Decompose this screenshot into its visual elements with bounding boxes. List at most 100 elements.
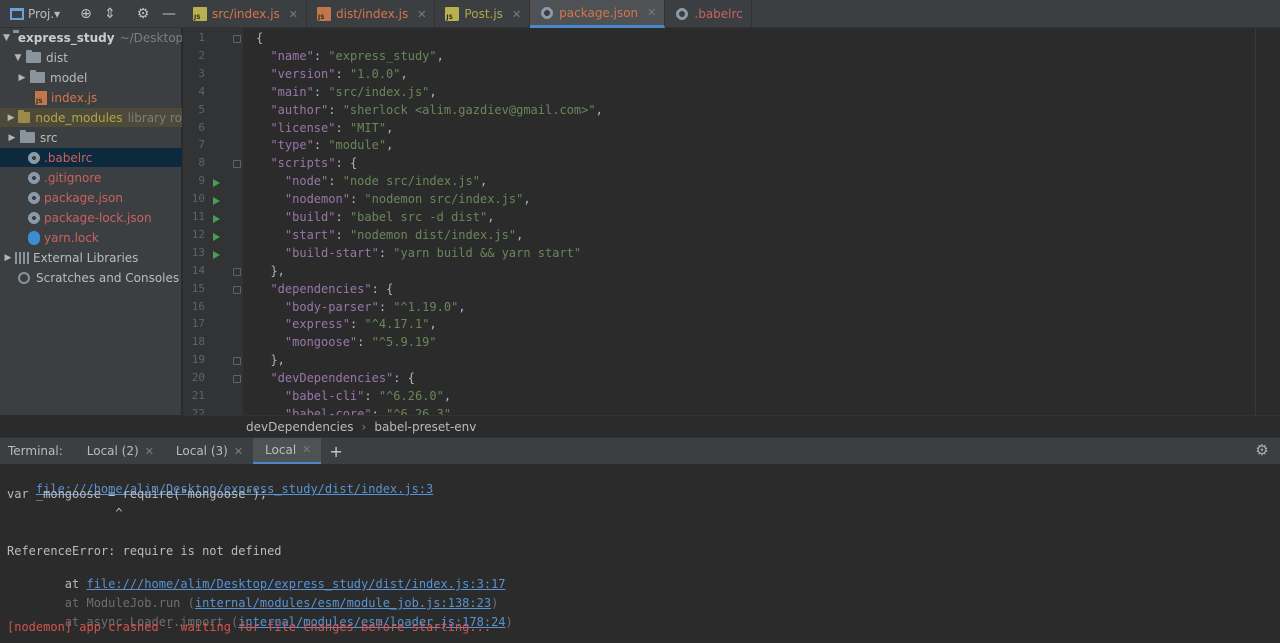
tree-item-babelrc[interactable]: .babelrc bbox=[0, 148, 182, 167]
terminal-tab-local-2[interactable]: Local (2) ✕ bbox=[75, 438, 164, 465]
tab-label: src/index.js bbox=[212, 7, 280, 21]
project-view-selector[interactable]: Proj.▾ bbox=[0, 7, 60, 21]
fold-icon[interactable] bbox=[233, 35, 241, 43]
chevron-right-icon[interactable]: ▶ bbox=[17, 73, 27, 83]
new-terminal-tab-icon[interactable]: + bbox=[321, 442, 350, 461]
tree-item-dist[interactable]: ▼ dist bbox=[0, 48, 182, 67]
tree-item-root[interactable]: ▼ express_study ~/Desktop bbox=[0, 28, 182, 47]
line-number: 21 bbox=[191, 389, 205, 402]
tree-item-dist-index-js[interactable]: index.js bbox=[0, 88, 182, 107]
breadcrumb-item[interactable]: babel-preset-env bbox=[374, 420, 476, 434]
tree-item-label: .gitignore bbox=[44, 170, 102, 185]
run-icon[interactable] bbox=[213, 250, 220, 259]
code-line: "build": "babel src -d dist", bbox=[284, 210, 495, 224]
tree-item-package-lock-json[interactable]: package-lock.json bbox=[0, 208, 182, 227]
json-key: "build" bbox=[284, 210, 336, 224]
gear-icon[interactable]: ⚙ bbox=[1254, 441, 1270, 459]
tab-src-index-js[interactable]: src/index.js ✕ bbox=[183, 0, 308, 28]
libraries-icon bbox=[15, 251, 29, 264]
tree-item-package-json[interactable]: package.json bbox=[0, 188, 182, 207]
line-number: 7 bbox=[198, 138, 205, 152]
tree-item-label: model bbox=[50, 70, 88, 85]
project-tree: ▼ express_study ~/Desktop ▼ dist ▶ model… bbox=[0, 28, 182, 415]
code-line: "body-parser": "^1.19.0", bbox=[284, 299, 466, 314]
chevron-down-icon[interactable]: ▼ bbox=[3, 33, 10, 43]
gear-icon[interactable]: ⚙ bbox=[133, 4, 153, 24]
close-icon[interactable]: ✕ bbox=[417, 8, 426, 21]
close-icon[interactable]: ✕ bbox=[647, 6, 656, 19]
tree-item-scratches[interactable]: Scratches and Consoles bbox=[0, 268, 182, 287]
tree-item-external-libraries[interactable]: ▶ External Libraries bbox=[0, 248, 182, 267]
fold-icon[interactable] bbox=[233, 267, 241, 276]
tree-item-yarn-lock[interactable]: yarn.lock bbox=[0, 228, 182, 247]
run-icon[interactable] bbox=[213, 215, 220, 223]
close-icon[interactable]: ✕ bbox=[234, 445, 243, 458]
terminal-title: Terminal: bbox=[8, 444, 63, 458]
code-line: "name": "express_study", bbox=[270, 48, 444, 63]
terminal-line: ReferenceError: require is not defined bbox=[7, 544, 282, 558]
line-number: 12 bbox=[191, 227, 205, 241]
fold-icon[interactable] bbox=[233, 160, 241, 169]
json-value: "^6.26.0" bbox=[378, 389, 444, 403]
tab-post-js[interactable]: Post.js ✕ bbox=[435, 0, 531, 28]
line-number: 9 bbox=[198, 174, 205, 188]
code-line: "dependencies": { bbox=[270, 281, 394, 296]
json-key: "scripts" bbox=[270, 156, 336, 171]
breadcrumb-item[interactable]: devDependencies bbox=[246, 420, 354, 434]
tree-item-label: .babelrc bbox=[44, 150, 93, 165]
tree-item-node-modules[interactable]: ▶ node_modules library ro bbox=[0, 108, 182, 127]
fold-icon[interactable] bbox=[233, 285, 241, 294]
run-icon[interactable] bbox=[213, 232, 220, 241]
json-value: "src/index.js" bbox=[328, 84, 430, 99]
hide-panel-icon[interactable]: — bbox=[159, 4, 179, 24]
terminal-output[interactable]: file:///home/alim/Desktop/express_study/… bbox=[0, 464, 1280, 643]
chevron-right-icon[interactable]: ▶ bbox=[3, 253, 13, 263]
code-line: "babel-core": "^6.26.3", bbox=[256, 407, 458, 415]
js-file-icon bbox=[35, 90, 47, 105]
close-icon[interactable]: ✕ bbox=[302, 443, 311, 456]
tab-package-json[interactable]: package.json ✕ bbox=[530, 0, 666, 28]
terminal-tab-local[interactable]: Local ✕ bbox=[253, 437, 322, 465]
code-editor[interactable]: 1 2 3 4 5 6 7 8 9 10 11 12 13 14 15 16 17 18 19 20 21 22 { "n… bbox=[183, 28, 1280, 415]
json-key: "license" bbox=[270, 120, 336, 135]
run-icon[interactable] bbox=[213, 179, 220, 188]
json-key: "dependencies" bbox=[270, 281, 372, 296]
editor-gutter: 1 2 3 4 5 6 7 8 9 10 11 12 13 14 15 16 17 18 19 20 21 22 bbox=[183, 28, 243, 415]
tree-item-gitignore[interactable]: .gitignore bbox=[0, 168, 182, 187]
close-icon[interactable]: ✕ bbox=[512, 8, 521, 21]
fold-icon[interactable] bbox=[233, 357, 241, 366]
tree-item-model[interactable]: ▶ model bbox=[0, 68, 182, 87]
code-line: "node": "node src/index.js", bbox=[284, 174, 488, 189]
yarn-icon bbox=[28, 230, 40, 245]
locate-file-icon[interactable]: ⊕ bbox=[76, 4, 96, 24]
tree-root-name: express_study bbox=[17, 30, 115, 45]
tree-item-label: node_modules bbox=[35, 110, 123, 125]
close-icon[interactable]: ✕ bbox=[289, 8, 298, 21]
config-file-icon bbox=[28, 150, 40, 165]
tab-dist-index-js[interactable]: dist/index.js ✕ bbox=[307, 0, 436, 28]
line-number: 18 bbox=[191, 335, 205, 349]
collapse-all-icon[interactable]: ⇕ bbox=[100, 4, 120, 24]
tree-item-label: External Libraries bbox=[33, 250, 139, 265]
code-line: "type": "module", bbox=[270, 138, 394, 153]
tab-label: dist/index.js bbox=[336, 7, 409, 21]
json-key: "version" bbox=[270, 66, 336, 81]
line-number: 20 bbox=[191, 371, 205, 385]
project-view-label: Proj.▾ bbox=[28, 7, 61, 21]
chevron-right-icon[interactable]: ▶ bbox=[7, 133, 17, 143]
chevron-down-icon[interactable]: ▼ bbox=[13, 53, 23, 63]
fold-icon[interactable] bbox=[233, 375, 241, 384]
tree-item-src[interactable]: ▶ src bbox=[0, 128, 182, 147]
close-icon[interactable]: ✕ bbox=[145, 445, 154, 458]
json-key: "start" bbox=[284, 227, 336, 242]
config-file-icon bbox=[540, 5, 555, 20]
run-icon[interactable] bbox=[213, 197, 220, 206]
chevron-right-icon[interactable]: ▶ bbox=[7, 113, 15, 123]
json-value: "babel src -d dist" bbox=[349, 210, 488, 224]
json-key: "author" bbox=[270, 102, 329, 117]
json-value: "sherlock <alim.gazdiev@gmail.com>" bbox=[342, 102, 596, 117]
line-number: 3 bbox=[198, 66, 205, 80]
terminal-tab-local-3[interactable]: Local (3) ✕ bbox=[164, 438, 253, 465]
line-number: 16 bbox=[191, 299, 205, 313]
tab-babelrc[interactable]: .babelrc bbox=[665, 0, 752, 28]
